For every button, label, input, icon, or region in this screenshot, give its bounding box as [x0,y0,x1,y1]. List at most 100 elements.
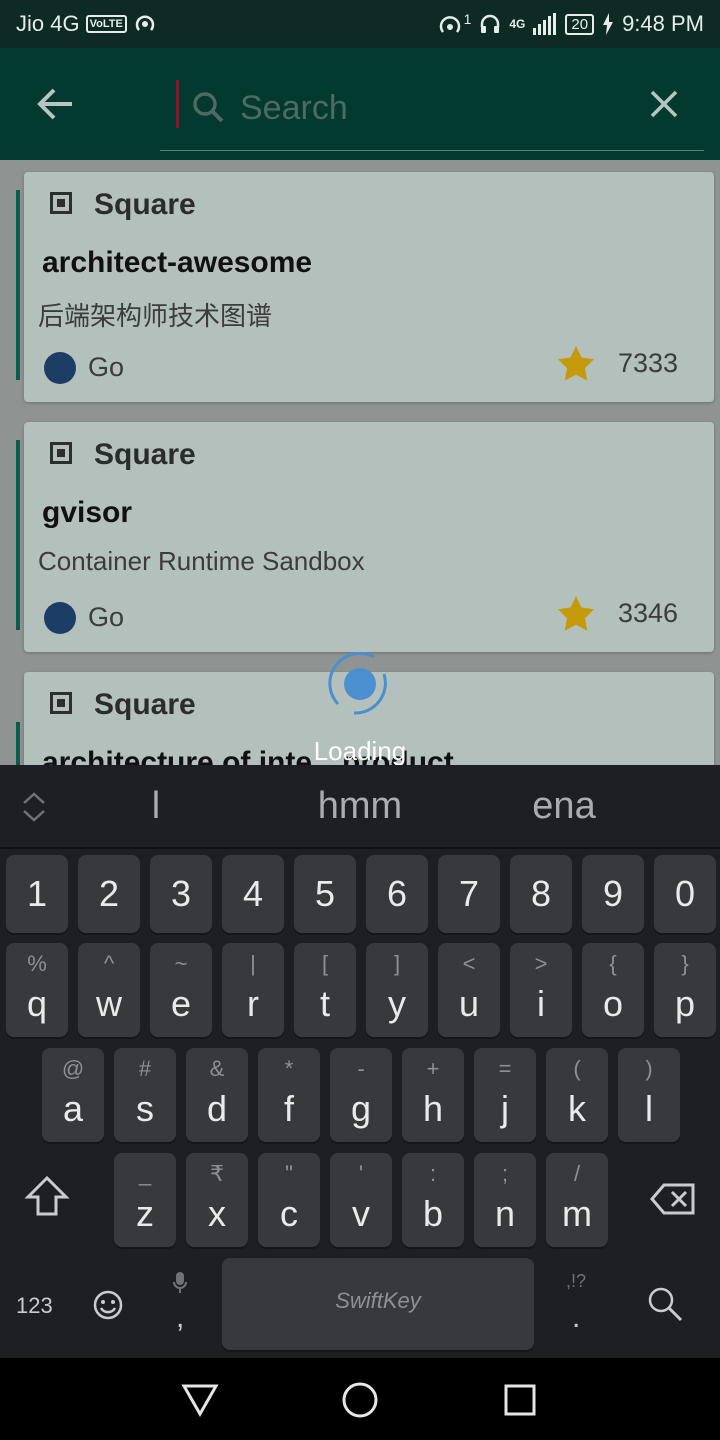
key-label: i [537,983,545,1024]
key-label: m [562,1193,592,1234]
keyboard-key[interactable]: 8 [510,855,572,933]
key-secondary-label: ] [393,951,401,976]
search-input[interactable] [238,84,622,132]
key-label: a [62,1088,84,1129]
language-color-dot [44,602,76,634]
keyboard-key[interactable]: _ z [114,1153,176,1247]
keyboard-key[interactable]: ; n [474,1153,536,1247]
keyboard-key[interactable]: ) l [618,1048,680,1142]
key-secondary-label: _ [138,1161,152,1186]
keyboard-key[interactable]: 0 [654,855,716,933]
repo-owner: Square [94,688,196,721]
key-label: c [280,1193,298,1234]
repo-name: gvisor [42,496,133,529]
keyboard-key[interactable]: 1 [6,855,68,933]
close-icon[interactable] [646,86,682,122]
repo-card[interactable]: Square architect-awesome 后端架构师技术图谱 Go 73… [24,172,714,402]
keyboard-key[interactable]: % q [6,943,68,1037]
keyboard-key[interactable]: ~ e [150,943,212,1037]
backspace-icon[interactable] [650,1183,696,1215]
key-secondary-label: / [573,1161,581,1186]
keyboard-key[interactable]: 9 [582,855,644,933]
search-bar [160,72,704,151]
back-arrow-icon[interactable] [32,84,80,124]
keyboard-key[interactable]: } p [654,943,716,1037]
status-right: 1 4G 20 9:48 PM [438,11,704,37]
organization-icon [50,192,72,214]
keyboard-key[interactable]: 3 [150,855,212,933]
keyboard-key[interactable]: ^ w [78,943,140,1037]
numbers-switch-key[interactable]: 123 [16,1293,53,1319]
back-triangle-icon[interactable] [180,1380,220,1420]
signal-superscript: 1 [463,11,472,27]
key-label: 8 [530,873,552,914]
keyboard-key[interactable]: ] y [366,943,428,1037]
keyboard-key[interactable]: / m [546,1153,608,1247]
keyboard-key[interactable]: ₹ x [186,1153,248,1247]
suggestion-item[interactable]: ena [532,785,595,828]
period-key[interactable]: . [572,1301,580,1335]
repo-card[interactable]: Square gvisor Container Runtime Sandbox … [24,422,714,652]
keyboard-key[interactable]: | r [222,943,284,1037]
key-label: r [247,983,259,1024]
repo-description: 后端架构师技术图谱 [38,301,273,331]
key-label: v [352,1193,370,1234]
key-secondary-label: " [285,1161,293,1186]
keyboard-key[interactable]: & d [186,1048,248,1142]
recents-square-icon[interactable] [500,1380,540,1420]
keyboard-key[interactable]: [t [294,943,356,1037]
keyboard-key[interactable]: 4 [222,855,284,933]
key-secondary-label: [ [321,951,329,976]
keyboard-key[interactable]: {o [582,943,644,1037]
keyboard-key[interactable]: 6 [366,855,428,933]
key-secondary-label: ₹ [210,1161,224,1186]
shift-icon[interactable] [24,1175,70,1217]
organization-icon [50,692,72,714]
keyboard-key[interactable]: * f [258,1048,320,1142]
space-key[interactable]: SwiftKey [222,1258,534,1350]
carrier-label: Jio 4G [16,11,80,36]
language-color-dot [44,352,76,384]
keyboard-key[interactable]: = j [474,1048,536,1142]
battery-level: 20 [565,13,595,35]
keyboard-key[interactable]: + h [402,1048,464,1142]
suggestion-strip: l hmm ena [0,765,720,849]
key-label: 0 [674,873,696,914]
suggestion-item[interactable]: hmm [318,785,402,828]
key-label: e [170,983,192,1024]
keyboard: l hmm ena 1234567890 % q ^ w ~ e | r[t] y < u > i{o}… [0,765,720,1358]
star-count: 3346 [618,598,679,628]
keyboard-key[interactable]: (k [546,1048,608,1142]
home-circle-icon[interactable] [340,1380,380,1420]
card-accent [16,440,20,630]
keyboard-key[interactable]: 2 [78,855,140,933]
keyboard-key[interactable]: ' v [330,1153,392,1247]
emoji-icon[interactable] [92,1289,124,1321]
keyboard-key[interactable]: > i [510,943,572,1037]
expand-toolbar-icon[interactable] [20,791,48,823]
microphone-icon[interactable] [172,1271,188,1295]
keyboard-key[interactable]: -g [330,1048,392,1142]
key-label: k [568,1088,586,1129]
star-icon [558,596,594,631]
search-icon[interactable] [646,1285,684,1323]
key-label: j [501,1088,509,1129]
key-label: 2 [98,873,120,914]
keyboard-key[interactable]: " c [258,1153,320,1247]
signal-icon [533,13,557,35]
key-label: 7 [458,873,480,914]
keyboard-key[interactable]: @ a [42,1048,104,1142]
repo-language: Go [88,602,125,632]
key-label: 5 [314,873,336,914]
keyboard-key[interactable]: 5 [294,855,356,933]
keyboard-key[interactable]: 7 [438,855,500,933]
status-bar: Jio 4G VoLTE 1 4G 20 9:48 PM [0,0,720,48]
key-secondary-label: | [250,951,256,976]
suggestion-item[interactable]: l [152,785,160,828]
keyboard-key[interactable]: :b [402,1153,464,1247]
keyboard-key[interactable]: # s [114,1048,176,1142]
key-secondary-label: } [681,951,689,976]
comma-key[interactable]: , [176,1301,184,1335]
keyboard-key[interactable]: < u [438,943,500,1037]
key-secondary-label: = [498,1056,512,1081]
